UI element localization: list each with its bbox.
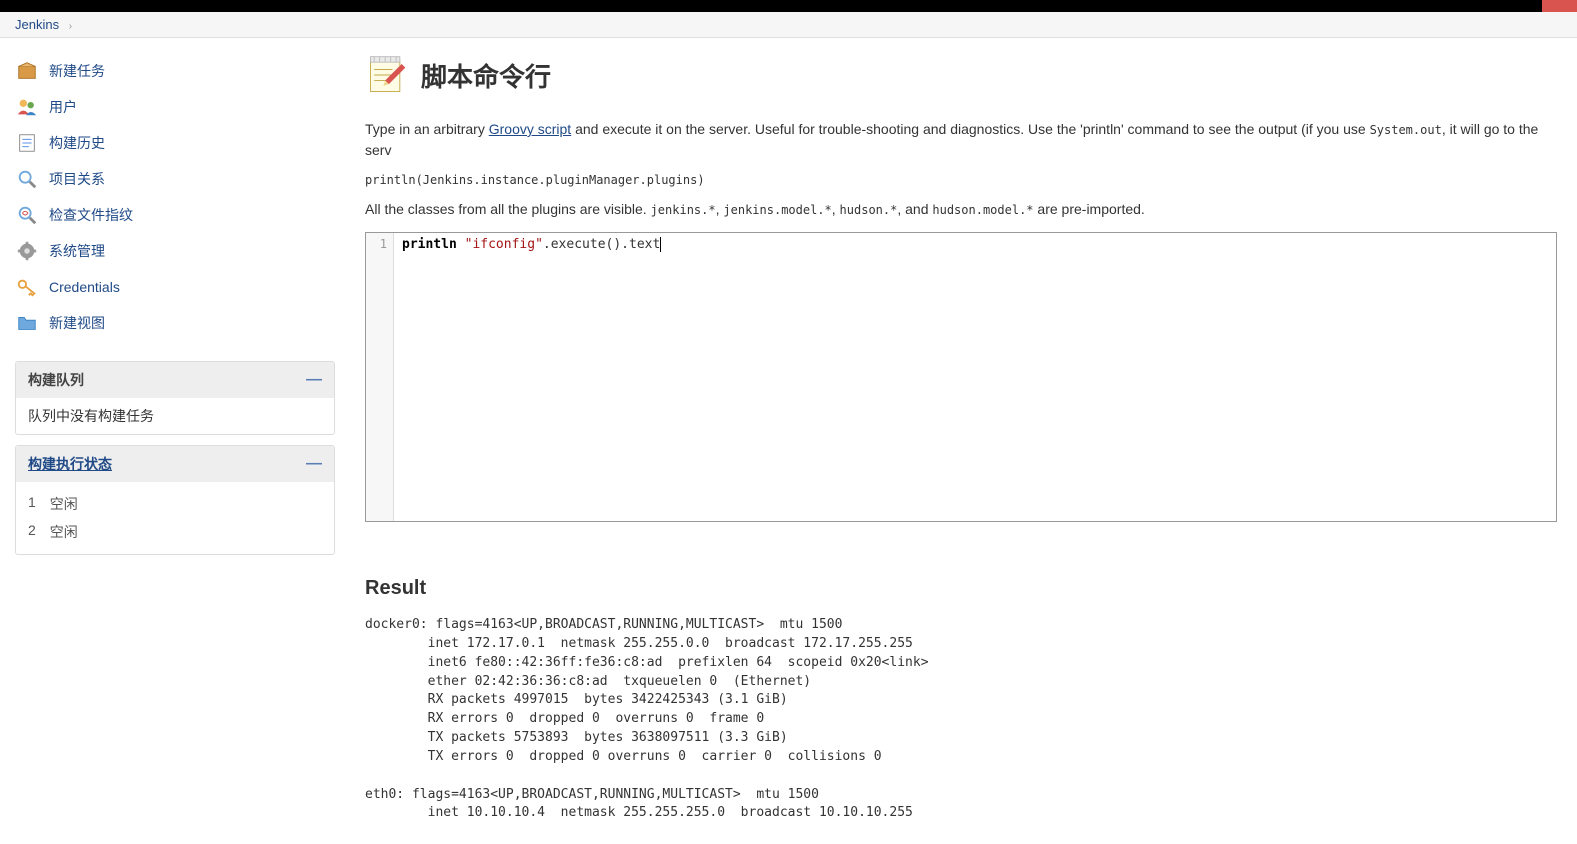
executor-status: 空闲 — [50, 522, 78, 542]
cursor — [660, 237, 661, 252]
sidebar-item-new-item[interactable]: 新建任务 — [15, 53, 335, 89]
sidebar-item-label[interactable]: 项目关系 — [49, 169, 105, 189]
build-queue-body: 队列中没有构建任务 — [16, 398, 334, 434]
example-code: println(Jenkins.instance.pluginManager.p… — [365, 173, 1557, 187]
intro-text-1: Type in an arbitrary Groovy script and e… — [365, 119, 1557, 161]
executor-row: 2 空闲 — [28, 518, 322, 546]
executors-body: 1 空闲 2 空闲 — [16, 482, 334, 554]
executor-num: 2 — [28, 522, 36, 542]
executors-header: 构建执行状态 — — [16, 446, 334, 482]
page-title: 脚本命令行 — [365, 53, 1557, 97]
executor-status: 空闲 — [50, 494, 78, 514]
build-queue-pane: 构建队列 — 队列中没有构建任务 — [15, 361, 335, 435]
sidebar-item-check-fingerprint[interactable]: 检查文件指纹 — [15, 197, 335, 233]
notepad-pencil-icon — [365, 53, 409, 97]
build-queue-header: 构建队列 — — [16, 362, 334, 398]
page-title-text: 脚本命令行 — [421, 57, 551, 94]
executor-num: 1 — [28, 494, 36, 514]
breadcrumb: Jenkins › — [0, 12, 1577, 38]
package-icon — [15, 59, 39, 83]
people-icon — [15, 95, 39, 119]
main-content: 脚本命令行 Type in an arbitrary Groovy script… — [335, 38, 1577, 843]
notepad-icon — [15, 131, 39, 155]
sidebar-item-people[interactable]: 用户 — [15, 89, 335, 125]
editor-code-area[interactable]: println "ifconfig".execute().text — [394, 233, 1556, 521]
topbar — [0, 0, 1577, 12]
sidebar-item-label[interactable]: 系统管理 — [49, 241, 105, 261]
result-title: Result — [365, 577, 1557, 600]
editor-gutter: 1 — [366, 233, 394, 521]
gear-icon — [15, 239, 39, 263]
collapse-icon[interactable]: — — [306, 455, 322, 473]
executor-row: 1 空闲 — [28, 490, 322, 518]
sidebar-item-manage[interactable]: 系统管理 — [15, 233, 335, 269]
sidebar-item-project-relationship[interactable]: 项目关系 — [15, 161, 335, 197]
notification-indicator[interactable] — [1542, 0, 1577, 12]
build-queue-empty: 队列中没有构建任务 — [28, 408, 154, 424]
sidebar-item-label[interactable]: 新建任务 — [49, 61, 105, 81]
sidebar-item-label[interactable]: 新建视图 — [49, 313, 105, 333]
sidebar-item-build-history[interactable]: 构建历史 — [15, 125, 335, 161]
line-number: 1 — [366, 237, 387, 251]
keys-icon — [15, 275, 39, 299]
sidebar-menu: 新建任务 用户 构建历史 项目关系 — [15, 53, 335, 341]
build-queue-title: 构建队列 — [28, 370, 84, 390]
code-system-out: System.out — [1370, 123, 1442, 137]
executors-pane: 构建执行状态 — 1 空闲 2 空闲 — [15, 445, 335, 555]
collapse-icon[interactable]: — — [306, 371, 322, 389]
sidebar: 新建任务 用户 构建历史 项目关系 — [0, 38, 335, 843]
script-editor[interactable]: 1 println "ifconfig".execute().text — [365, 232, 1557, 522]
sidebar-item-label[interactable]: 检查文件指纹 — [49, 205, 133, 225]
sidebar-item-label[interactable]: 用户 — [49, 97, 77, 117]
executors-title[interactable]: 构建执行状态 — [28, 454, 112, 474]
search-icon — [15, 167, 39, 191]
breadcrumb-jenkins[interactable]: Jenkins — [15, 17, 59, 32]
sidebar-item-label[interactable]: 构建历史 — [49, 133, 105, 153]
sidebar-item-new-view[interactable]: 新建视图 — [15, 305, 335, 341]
sidebar-item-label[interactable]: Credentials — [49, 279, 120, 295]
breadcrumb-separator: › — [69, 21, 72, 32]
intro-text-2: All the classes from all the plugins are… — [365, 199, 1557, 220]
fingerprint-icon — [15, 203, 39, 227]
folder-plus-icon — [15, 311, 39, 335]
groovy-script-link[interactable]: Groovy script — [489, 121, 571, 137]
result-output: docker0: flags=4163<UP,BROADCAST,RUNNING… — [365, 616, 1557, 823]
sidebar-item-credentials[interactable]: Credentials — [15, 269, 335, 305]
